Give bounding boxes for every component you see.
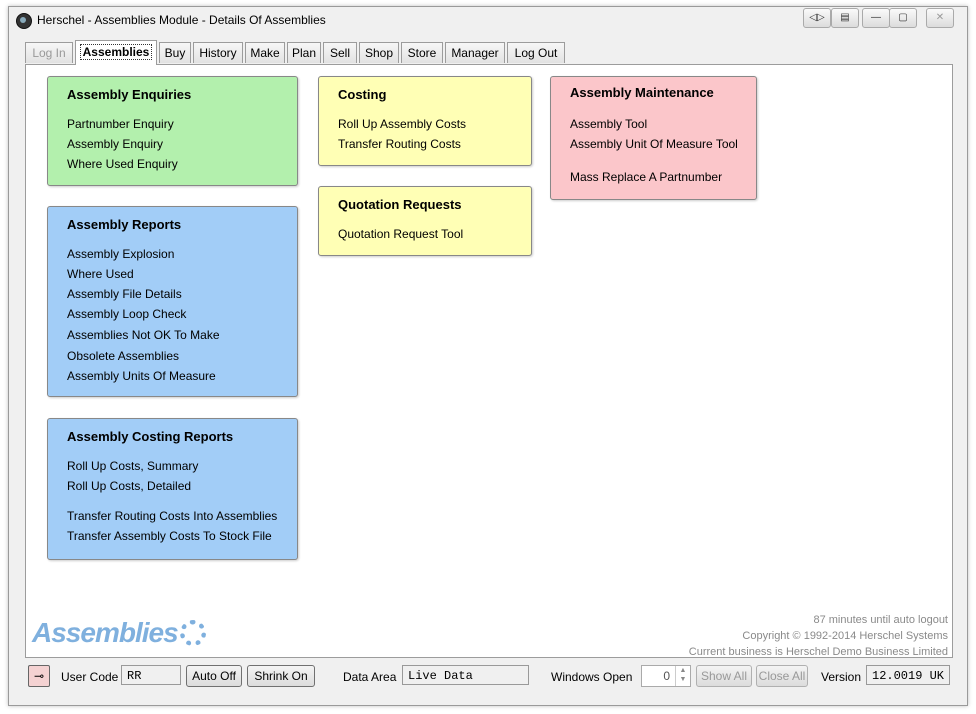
costing-panel: Costing Roll Up Assembly Costs Transfer … <box>318 76 532 166</box>
windows-open-stepper[interactable]: 0 ▲ ▼ <box>641 665 691 687</box>
assemblies-logo: Assemblies <box>32 617 179 648</box>
quotation-request-tool-link[interactable]: Quotation Request Tool <box>338 227 463 241</box>
assembly-unit-of-measure-tool-link[interactable]: Assembly Unit Of Measure Tool <box>570 137 738 151</box>
assembly-enquiry-link[interactable]: Assembly Enquiry <box>67 137 163 151</box>
panel-title: Costing <box>338 87 387 102</box>
restore-doc-icon[interactable]: ▤ <box>831 8 859 28</box>
panel-title: Assembly Reports <box>67 217 182 232</box>
roll-up-costs-summary-link[interactable]: Roll Up Costs, Summary <box>67 459 198 473</box>
windows-open-label: Windows Open <box>551 670 633 684</box>
tab-store[interactable]: Store <box>401 42 443 63</box>
user-code-label: User Code <box>61 670 119 684</box>
stepper-arrows-icon[interactable]: ▲ ▼ <box>675 666 690 686</box>
app-window: Herschel - Assemblies Module - Details O… <box>8 6 968 706</box>
tab-buy[interactable]: Buy <box>159 42 191 63</box>
assembly-enquiries-panel: Assembly Enquiries Partnumber Enquiry As… <box>47 76 298 186</box>
panel-title: Quotation Requests <box>338 197 462 212</box>
tab-log-out[interactable]: Log Out <box>507 42 565 63</box>
roll-up-costs-detailed-link[interactable]: Roll Up Costs, Detailed <box>67 479 191 493</box>
where-used-link[interactable]: Where Used <box>67 267 134 281</box>
show-all-button[interactable]: Show All <box>696 665 752 687</box>
assembly-tool-link[interactable]: Assembly Tool <box>570 117 647 131</box>
roll-up-assembly-costs-link[interactable]: Roll Up Assembly Costs <box>338 117 466 131</box>
user-code-field[interactable]: RR <box>121 665 181 685</box>
assembly-loop-check-link[interactable]: Assembly Loop Check <box>67 307 186 321</box>
data-area-label: Data Area <box>343 670 397 684</box>
auto-off-button[interactable]: Auto Off <box>186 665 242 687</box>
maximize-icon[interactable]: ▢ <box>889 8 917 28</box>
window-title: Herschel - Assemblies Module - Details O… <box>37 13 326 27</box>
assemblies-content: Assembly Enquiries Partnumber Enquiry As… <box>25 64 953 658</box>
assembly-units-of-measure-link[interactable]: Assembly Units Of Measure <box>67 369 216 383</box>
minimize-icon[interactable]: — <box>862 8 890 28</box>
copyright-text: Copyright © 1992-2014 Herschel Systems <box>742 630 948 642</box>
nav-arrows-icon[interactable]: ◁▷ <box>803 8 831 28</box>
current-business-text: Current business is Herschel Demo Busine… <box>688 646 948 658</box>
tab-plan[interactable]: Plan <box>287 42 321 63</box>
assembly-explosion-link[interactable]: Assembly Explosion <box>67 247 174 261</box>
tab-sell[interactable]: Sell <box>323 42 357 63</box>
version-label: Version <box>821 670 862 684</box>
transfer-assembly-costs-to-stock-link[interactable]: Transfer Assembly Costs To Stock File <box>67 529 272 543</box>
assembly-reports-panel: Assembly Reports Assembly Explosion Wher… <box>47 206 298 397</box>
title-bar: Herschel - Assemblies Module - Details O… <box>9 7 967 35</box>
herschel-logo-icon <box>16 13 32 29</box>
data-area-field[interactable]: Live Data <box>402 665 529 685</box>
version-field: 12.0019 UK <box>866 665 950 685</box>
panel-title: Assembly Maintenance <box>570 85 714 100</box>
bottom-bar: ⊸ User Code RR Auto Off Shrink On Data A… <box>25 661 951 693</box>
shrink-on-button[interactable]: Shrink On <box>247 665 315 687</box>
obsolete-assemblies-link[interactable]: Obsolete Assemblies <box>67 349 179 363</box>
windows-open-value: 0 <box>663 669 670 683</box>
auto-logout-status: 87 minutes until auto logout <box>813 614 948 626</box>
gear-icon <box>180 620 206 646</box>
tab-make[interactable]: Make <box>245 42 285 63</box>
panel-title: Assembly Costing Reports <box>67 429 234 444</box>
assembly-file-details-link[interactable]: Assembly File Details <box>67 287 182 301</box>
tab-shop[interactable]: Shop <box>359 42 399 63</box>
pin-icon[interactable]: ⊸ <box>28 665 50 687</box>
mass-replace-partnumber-link[interactable]: Mass Replace A Partnumber <box>570 170 722 184</box>
tab-history[interactable]: History <box>193 42 243 63</box>
tab-log-in[interactable]: Log In <box>25 42 73 63</box>
tab-assemblies[interactable]: Assemblies <box>75 40 157 65</box>
assembly-maintenance-panel: Assembly Maintenance Assembly Tool Assem… <box>550 76 757 200</box>
panel-title: Assembly Enquiries <box>67 87 192 102</box>
assembly-costing-reports-panel: Assembly Costing Reports Roll Up Costs, … <box>47 418 298 560</box>
close-all-button[interactable]: Close All <box>756 665 808 687</box>
where-used-enquiry-link[interactable]: Where Used Enquiry <box>67 157 178 171</box>
transfer-routing-costs-into-assemblies-link[interactable]: Transfer Routing Costs Into Assemblies <box>67 509 277 523</box>
close-icon[interactable]: ✕ <box>926 8 954 28</box>
assemblies-not-ok-link[interactable]: Assemblies Not OK To Make <box>67 328 220 342</box>
quotation-requests-panel: Quotation Requests Quotation Request Too… <box>318 186 532 256</box>
transfer-routing-costs-link[interactable]: Transfer Routing Costs <box>338 137 461 151</box>
partnumber-enquiry-link[interactable]: Partnumber Enquiry <box>67 117 174 131</box>
tab-manager[interactable]: Manager <box>445 42 505 63</box>
